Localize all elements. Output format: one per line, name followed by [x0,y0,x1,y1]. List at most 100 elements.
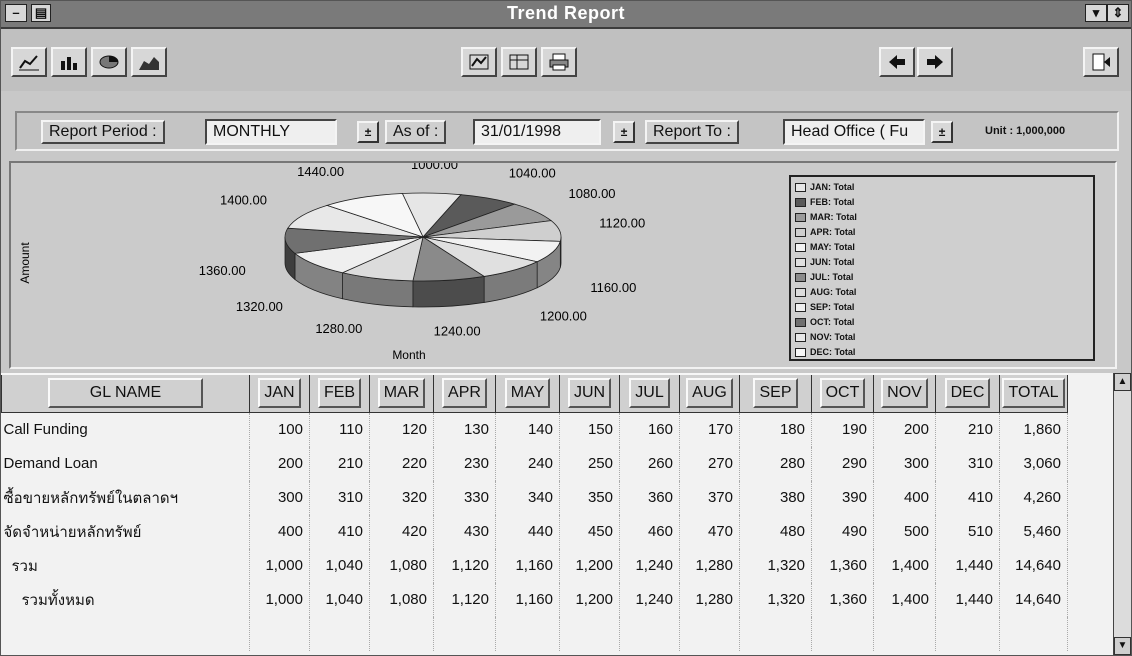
value-cell[interactable]: 510 [935,514,1000,549]
pie-chart-button[interactable] [91,47,127,77]
column-header-may[interactable]: MAY [495,373,560,413]
report-to-dropdown-button[interactable]: ± [931,121,953,143]
value-cell[interactable]: 1,160 [495,582,560,617]
value-cell[interactable]: 1,080 [369,548,434,583]
value-cell[interactable]: 100 [249,412,310,447]
value-cell[interactable]: 300 [249,480,310,515]
value-cell[interactable]: 220 [369,446,434,481]
minimize-button[interactable]: ▾ [1085,4,1107,22]
value-cell[interactable]: 210 [935,412,1000,447]
column-header-dec[interactable]: DEC [935,373,1000,413]
report-period-dropdown-button[interactable]: ± [357,121,379,143]
value-cell[interactable]: 1,080 [369,582,434,617]
report-to-field[interactable]: Head Office ( Fu [783,119,925,145]
value-cell[interactable]: 5,460 [999,514,1068,549]
value-cell[interactable]: 1,240 [619,582,680,617]
value-cell[interactable]: 1,360 [811,582,874,617]
print-button[interactable] [541,47,577,77]
value-cell[interactable]: 1,000 [249,548,310,583]
value-cell[interactable]: 440 [495,514,560,549]
column-header-jan[interactable]: JAN [249,373,310,413]
value-cell[interactable]: 1,280 [679,548,740,583]
value-cell[interactable]: 360 [619,480,680,515]
scroll-down-button[interactable]: ▼ [1114,637,1131,655]
value-cell[interactable]: 1,440 [935,548,1000,583]
column-header-feb[interactable]: FEB [309,373,370,413]
value-cell[interactable]: 130 [433,412,496,447]
value-cell[interactable]: 310 [935,446,1000,481]
chart-settings-button[interactable] [461,47,497,77]
value-cell[interactable]: 340 [495,480,560,515]
value-cell[interactable]: 160 [619,412,680,447]
gl-name-cell[interactable]: Call Funding [1,412,250,447]
value-cell[interactable]: 14,640 [999,548,1068,583]
value-cell[interactable]: 1,240 [619,548,680,583]
table-row[interactable]: Call Funding 100 110 120 130 140 150 160 170 180 1… [1,412,1068,447]
value-cell[interactable]: 1,120 [433,582,496,617]
previous-button[interactable] [879,47,915,77]
value-cell[interactable]: 170 [679,412,740,447]
value-cell[interactable]: 420 [369,514,434,549]
column-header-oct[interactable]: OCT [811,373,874,413]
exit-button[interactable] [1083,47,1119,77]
value-cell[interactable]: 1,200 [559,548,620,583]
value-cell[interactable]: 1,200 [559,582,620,617]
column-header-nov[interactable]: NOV [873,373,936,413]
vertical-scrollbar[interactable]: ▲ ▼ [1113,373,1131,655]
gl-name-cell[interactable]: รวม [1,548,250,583]
value-cell[interactable]: 3,060 [999,446,1068,481]
value-cell[interactable]: 410 [935,480,1000,515]
line-chart-button[interactable] [11,47,47,77]
value-cell[interactable]: 280 [739,446,812,481]
value-cell[interactable]: 410 [309,514,370,549]
table-row[interactable]: รวมทั้งหมด 1,000 1,040 1,080 1,120 1,160 1,200… [1,582,1068,617]
value-cell[interactable]: 120 [369,412,434,447]
value-cell[interactable]: 1,400 [873,548,936,583]
value-cell[interactable]: 490 [811,514,874,549]
value-cell[interactable]: 310 [309,480,370,515]
table-row[interactable]: Demand Loan 200 210 220 230 240 250 260 270 280 29… [1,446,1068,481]
value-cell[interactable]: 400 [873,480,936,515]
value-cell[interactable]: 450 [559,514,620,549]
table-row[interactable]: จัดจำหน่ายหลักทรัพย์ 400 410 420 430 440 450 46… [1,514,1068,549]
column-header-aug[interactable]: AUG [679,373,740,413]
bar-chart-button[interactable] [51,47,87,77]
report-period-field[interactable]: MONTHLY [205,119,337,145]
column-header-apr[interactable]: APR [433,373,496,413]
title-bar[interactable]: – ▤ Trend Report ▾ ⇕ [1,1,1131,29]
value-cell[interactable]: 190 [811,412,874,447]
value-cell[interactable]: 430 [433,514,496,549]
value-cell[interactable]: 210 [309,446,370,481]
data-view-button[interactable] [501,47,537,77]
value-cell[interactable]: 300 [873,446,936,481]
value-cell[interactable]: 14,640 [999,582,1068,617]
value-cell[interactable]: 500 [873,514,936,549]
value-cell[interactable]: 230 [433,446,496,481]
restore-button[interactable]: ⇕ [1107,4,1129,22]
table-row[interactable]: ซื้อขายหลักทรัพย์ในตลาดฯ 300 310 320 330 340 3… [1,480,1068,515]
value-cell[interactable]: 480 [739,514,812,549]
value-cell[interactable]: 1,860 [999,412,1068,447]
column-header-gl-name[interactable]: GL NAME [1,373,250,413]
value-cell[interactable]: 200 [873,412,936,447]
gl-name-cell[interactable]: ซื้อขายหลักทรัพย์ในตลาดฯ [1,480,250,515]
value-cell[interactable]: 380 [739,480,812,515]
value-cell[interactable]: 1,320 [739,548,812,583]
value-cell[interactable]: 320 [369,480,434,515]
value-cell[interactable]: 1,360 [811,548,874,583]
value-cell[interactable]: 350 [559,480,620,515]
value-cell[interactable]: 250 [559,446,620,481]
pie-chart[interactable]: Amount Month 1000.00 1040.00 1080.00 1120.0… [11,163,771,367]
value-cell[interactable]: 4,260 [999,480,1068,515]
next-button[interactable] [917,47,953,77]
value-cell[interactable]: 110 [309,412,370,447]
value-cell[interactable]: 390 [811,480,874,515]
gl-name-cell[interactable]: Demand Loan [1,446,250,481]
value-cell[interactable]: 1,280 [679,582,740,617]
value-cell[interactable]: 400 [249,514,310,549]
value-cell[interactable]: 240 [495,446,560,481]
value-cell[interactable]: 270 [679,446,740,481]
value-cell[interactable]: 370 [679,480,740,515]
as-of-dropdown-button[interactable]: ± [613,121,635,143]
value-cell[interactable]: 460 [619,514,680,549]
